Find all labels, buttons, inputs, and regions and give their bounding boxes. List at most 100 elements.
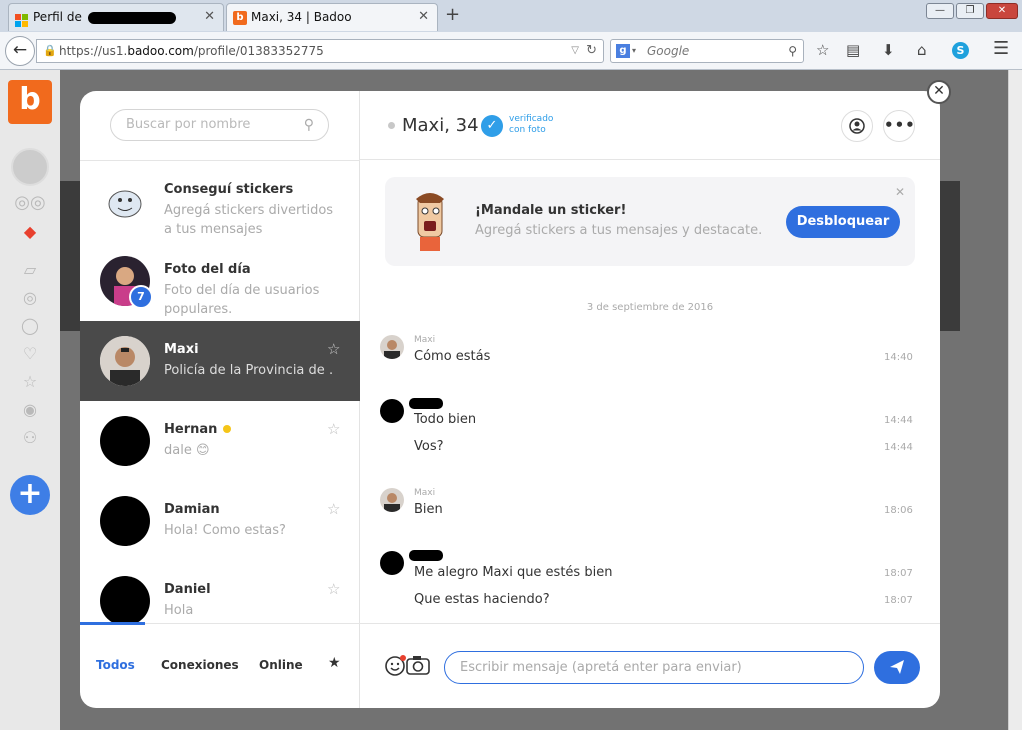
send-button[interactable] bbox=[874, 651, 920, 684]
close-icon[interactable]: ✕ bbox=[895, 185, 905, 199]
photo-count-badge: 7 bbox=[129, 285, 153, 309]
close-tab-icon[interactable]: ✕ bbox=[418, 4, 429, 30]
cards-icon[interactable]: ▱ bbox=[0, 260, 60, 279]
list-item[interactable]: Hernan dale 😊 ☆ bbox=[80, 401, 360, 481]
visitors-eye-icon[interactable]: ◉ bbox=[0, 400, 60, 419]
conversation-preview: Policía de la Provincia de … bbox=[164, 363, 334, 378]
tab-all[interactable]: Todos bbox=[96, 658, 135, 672]
favorite-star-icon[interactable]: ☆ bbox=[327, 340, 340, 358]
reading-list-icon[interactable]: ▤ bbox=[846, 41, 860, 59]
favorite-star-icon[interactable]: ☆ bbox=[327, 580, 340, 598]
message-time: 18:07 bbox=[884, 595, 913, 606]
conversation-name: Maxi bbox=[164, 342, 199, 357]
bookmark-star-icon[interactable]: ☆ bbox=[816, 41, 829, 59]
favorites-star-icon[interactable]: ★ bbox=[328, 655, 341, 671]
message-time: 14:40 bbox=[884, 352, 913, 363]
send-icon bbox=[890, 660, 904, 674]
conversation-name: Daniel bbox=[164, 582, 211, 597]
message-time: 18:06 bbox=[884, 505, 913, 516]
promo-subtitle: Agregá stickers a tus mensajes y destaca… bbox=[475, 223, 763, 238]
message-list: Maxi Cómo estás 14:40 Todo bien 14:44 Vo… bbox=[360, 331, 940, 623]
conversation-panel: Buscar por nombre ⚲ Conseguí stickers Ag… bbox=[80, 91, 360, 708]
avatar bbox=[380, 488, 404, 512]
profile-button[interactable] bbox=[841, 110, 873, 142]
minimize-button[interactable]: — bbox=[926, 3, 954, 19]
page-scrollbar[interactable] bbox=[1008, 70, 1022, 730]
skype-icon[interactable]: S bbox=[952, 42, 969, 59]
message-text: Vos? bbox=[414, 439, 444, 454]
list-item[interactable]: 7 Foto del día Foto del día de usuarios … bbox=[80, 241, 360, 321]
conversation-preview: dale 😊 bbox=[164, 443, 210, 458]
tab-online[interactable]: Online bbox=[259, 658, 303, 672]
list-item[interactable]: Conseguí stickers Agregá stickers divert… bbox=[80, 161, 360, 241]
search-engine-bar[interactable]: g ▾ Google ⚲ bbox=[610, 39, 804, 63]
maximize-button[interactable]: ❐ bbox=[956, 3, 984, 19]
new-tab-button[interactable]: + bbox=[445, 4, 460, 25]
url-domain: badoo.com bbox=[127, 44, 194, 58]
superpowers-icon[interactable]: ◆ bbox=[0, 222, 60, 241]
camera-button[interactable] bbox=[406, 653, 430, 682]
background-photo bbox=[940, 181, 960, 331]
chat-title[interactable]: Maxi, 34 bbox=[402, 115, 479, 136]
tab-label: Maxi, 34 | Badoo bbox=[251, 10, 352, 24]
tab-badoo[interactable]: b Maxi, 34 | Badoo ✕ bbox=[226, 3, 438, 31]
message-text: Todo bien bbox=[414, 412, 477, 427]
redacted-author bbox=[409, 398, 443, 409]
favorites-star-icon[interactable]: ☆ bbox=[0, 372, 60, 391]
badoo-logo-icon[interactable]: b bbox=[8, 80, 52, 124]
message-composer: Escribir mensaje (apretá enter para envi… bbox=[360, 623, 940, 708]
more-options-button[interactable]: ••• bbox=[883, 110, 915, 142]
chat-panel: Maxi, 34 ✓ verificado con foto ••• ¡Mand… bbox=[360, 91, 940, 708]
chevron-down-icon[interactable]: ▾ bbox=[632, 40, 636, 62]
redacted-name bbox=[87, 11, 176, 24]
favorite-star-icon[interactable]: ☆ bbox=[327, 500, 340, 518]
dropdown-icon[interactable]: ▽ bbox=[571, 40, 579, 62]
promo-title: ¡Mandale un sticker! bbox=[475, 203, 627, 218]
conversation-preview: Agregá stickers divertidos a tus mensaje… bbox=[164, 203, 334, 237]
list-item[interactable]: Maxi Policía de la Provincia de … ☆ bbox=[80, 321, 360, 401]
conversation-preview: Hola bbox=[164, 603, 194, 618]
message-text: Bien bbox=[414, 502, 443, 517]
avatar bbox=[380, 551, 404, 575]
close-tab-icon[interactable]: ✕ bbox=[204, 4, 215, 30]
google-icon: g bbox=[616, 44, 630, 58]
avatar bbox=[380, 399, 404, 423]
heart-icon[interactable]: ♡ bbox=[0, 344, 60, 363]
conversation-list: Conseguí stickers Agregá stickers divert… bbox=[80, 161, 360, 623]
download-icon[interactable]: ⬇ bbox=[882, 41, 895, 59]
avatar bbox=[380, 335, 404, 359]
menu-icon[interactable]: ☰ bbox=[993, 38, 1009, 59]
reload-icon[interactable]: ↻ bbox=[586, 40, 597, 62]
offline-status-dot bbox=[388, 122, 395, 129]
message-input[interactable]: Escribir mensaje (apretá enter para envi… bbox=[444, 651, 864, 684]
list-item[interactable]: Daniel Hola ☆ bbox=[80, 561, 360, 623]
date-separator: 3 de septiembre de 2016 bbox=[586, 302, 714, 313]
online-status-dot bbox=[223, 425, 232, 433]
close-modal-button[interactable]: ✕ bbox=[927, 80, 951, 104]
nearby-icon[interactable]: ◎ bbox=[0, 288, 60, 307]
encounters-icon[interactable]: ◎◎ bbox=[0, 192, 60, 213]
favorite-star-icon[interactable]: ☆ bbox=[327, 420, 340, 438]
url-prefix: https://us1. bbox=[59, 44, 128, 58]
url-bar[interactable]: 🔒 https://us1.badoo.com/profile/01383352… bbox=[36, 39, 604, 63]
tab-connections[interactable]: Conexiones bbox=[161, 658, 239, 672]
messages-icon[interactable]: ◯ bbox=[0, 316, 60, 335]
messages-modal: Buscar por nombre ⚲ Conseguí stickers Ag… bbox=[80, 91, 940, 708]
back-button[interactable]: ← bbox=[5, 36, 35, 66]
avatar bbox=[100, 336, 150, 386]
friends-icon[interactable]: ⚇ bbox=[0, 428, 60, 447]
active-tab-indicator bbox=[80, 622, 145, 625]
tab-perfil[interactable]: Perfil de ✕ bbox=[8, 3, 224, 31]
add-button[interactable]: + bbox=[10, 475, 50, 515]
search-input[interactable]: Buscar por nombre ⚲ bbox=[110, 109, 329, 141]
close-window-button[interactable]: ✕ bbox=[986, 3, 1018, 19]
sticker-emoji-button[interactable] bbox=[384, 653, 408, 682]
unlock-button[interactable]: Desbloquear bbox=[786, 206, 900, 238]
conversation-name-text: Hernan bbox=[164, 422, 218, 437]
list-item[interactable]: Damian Hola! Como estas? ☆ bbox=[80, 481, 360, 561]
search-icon[interactable]: ⚲ bbox=[788, 40, 797, 62]
app-sidebar: b ◎◎ ◆ ▱ ◎ ◯ ♡ ☆ ◉ ⚇ + bbox=[0, 70, 60, 730]
home-icon[interactable]: ⌂ bbox=[917, 41, 927, 59]
verified-label: verificado con foto bbox=[509, 114, 554, 135]
profile-avatar[interactable] bbox=[0, 148, 60, 186]
